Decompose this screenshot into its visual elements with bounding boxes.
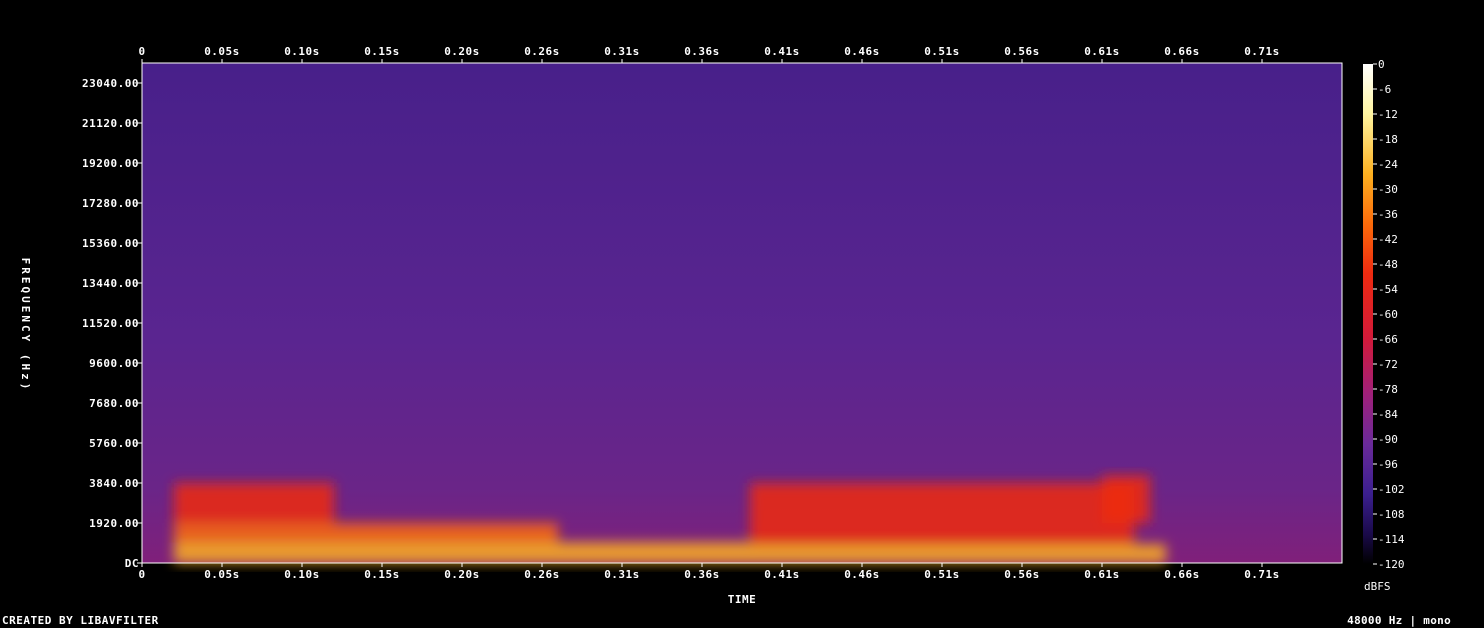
x-tick-label-top: 0.36s <box>684 45 720 58</box>
x-ticks-top: 0 0.05s 0.10s 0.15s 0.20s 0.26s 0.31s 0.36s 0.41… <box>138 45 1279 63</box>
colorbar-tick-label: -18 <box>1378 133 1398 146</box>
x-tick-label-top: 0.41s <box>764 45 800 58</box>
footer-credit: CREATED BY LIBAVFILTER <box>2 614 159 627</box>
colorbar-tick-label: -84 <box>1378 408 1398 421</box>
x-tick-label-bottom: 0.51s <box>924 568 960 581</box>
colorbar-tick-label: -12 <box>1378 108 1398 121</box>
colorbar-tick-label: -48 <box>1378 258 1398 271</box>
colorbar-tick-label: -72 <box>1378 358 1398 371</box>
x-tick-label-bottom: 0.66s <box>1164 568 1200 581</box>
x-tick-label-bottom: 0.41s <box>764 568 800 581</box>
y-tick-label: 23040.00 <box>82 77 139 90</box>
x-tick-label-top: 0.51s <box>924 45 960 58</box>
y-tick-label: 21120.00 <box>82 117 139 130</box>
colorbar-tick-label: -114 <box>1378 533 1405 546</box>
x-tick-label-top: 0.46s <box>844 45 880 58</box>
colorbar-tick-label: -108 <box>1378 508 1405 521</box>
x-tick-label-top: 0.61s <box>1084 45 1120 58</box>
y-tick-label: 19200.00 <box>82 157 139 170</box>
energy-region <box>750 544 1166 563</box>
colorbar-tick-label: -120 <box>1378 558 1405 571</box>
x-tick-label-top: 0.31s <box>604 45 640 58</box>
x-tick-label-bottom: 0.05s <box>204 568 240 581</box>
energy-region <box>1102 475 1150 523</box>
y-tick-label: 5760.00 <box>89 437 139 450</box>
y-tick-label: 11520.00 <box>82 317 139 330</box>
y-tick-label: 1920.00 <box>89 517 139 530</box>
colorbar-unit: dBFS <box>1364 580 1391 593</box>
energy-region <box>750 483 1134 545</box>
energy-region <box>174 542 750 563</box>
x-ticks-bottom: 0 0.05s 0.10s 0.15s 0.20s 0.26s 0.31s 0.36s 0.41… <box>138 563 1279 581</box>
x-tick-label-bottom: 0.36s <box>684 568 720 581</box>
y-tick-label: DC <box>125 557 139 570</box>
colorbar-tick-label: -60 <box>1378 308 1398 321</box>
y-tick-label: 15360.00 <box>82 237 139 250</box>
y-tick-label: 3840.00 <box>89 477 139 490</box>
x-tick-label-top: 0.20s <box>444 45 480 58</box>
x-tick-label-bottom: 0.20s <box>444 568 480 581</box>
colorbar-tick-label: -6 <box>1378 83 1391 96</box>
x-tick-label-bottom: 0.56s <box>1004 568 1040 581</box>
energy-region <box>174 483 334 523</box>
x-tick-label-bottom: 0.46s <box>844 568 880 581</box>
colorbar-tick-label: -54 <box>1378 283 1398 296</box>
y-tick-label: 13440.00 <box>82 277 139 290</box>
y-ticks: DC 1920.00 3840.00 5760.00 7680.00 9600.00 115… <box>82 77 142 570</box>
x-tick-label-bottom: 0.61s <box>1084 568 1120 581</box>
footer-info: 48000 Hz | mono <box>1347 614 1451 627</box>
x-tick-label-bottom: 0 <box>138 568 145 581</box>
colorbar-tick-label: -36 <box>1378 208 1398 221</box>
colorbar-tick-label: -66 <box>1378 333 1398 346</box>
x-tick-label-bottom: 0.26s <box>524 568 560 581</box>
x-tick-label-top: 0 <box>138 45 145 58</box>
colorbar-tick-label: -30 <box>1378 183 1398 196</box>
y-tick-label: 17280.00 <box>82 197 139 210</box>
colorbar-tick-label: -24 <box>1378 158 1398 171</box>
x-tick-label-bottom: 0.71s <box>1244 568 1280 581</box>
x-tick-label-top: 0.66s <box>1164 45 1200 58</box>
x-tick-label-top: 0.10s <box>284 45 320 58</box>
colorbar-tick-label: -102 <box>1378 483 1405 496</box>
x-tick-label-top: 0.05s <box>204 45 240 58</box>
energy-region <box>174 523 558 543</box>
x-tick-label-top: 0.71s <box>1244 45 1280 58</box>
colorbar-tick-label: 0 <box>1378 58 1385 71</box>
colorbar-ticks: 0 -6 -12 -18 -24 -30 -36 -42 -48 -54 -60 -66 -72 -78 -… <box>1373 58 1405 571</box>
colorbar-tick-label: -90 <box>1378 433 1398 446</box>
x-tick-label-top: 0.56s <box>1004 45 1040 58</box>
colorbar-tick-label: -96 <box>1378 458 1398 471</box>
x-tick-label-top: 0.26s <box>524 45 560 58</box>
y-tick-label: 9600.00 <box>89 357 139 370</box>
x-tick-label-bottom: 0.10s <box>284 568 320 581</box>
colorbar-tick-label: -42 <box>1378 233 1398 246</box>
colorbar <box>1363 64 1373 564</box>
x-tick-label-bottom: 0.31s <box>604 568 640 581</box>
spectrogram-chart: 0 0.05s 0.10s 0.15s 0.20s 0.26s 0.31s 0.36s 0.41… <box>19 45 1405 606</box>
x-tick-label-bottom: 0.15s <box>364 568 400 581</box>
y-axis-label: FREQUENCY (Hz) <box>19 258 32 393</box>
x-axis-label: TIME <box>728 593 757 606</box>
colorbar-tick-label: -78 <box>1378 383 1398 396</box>
y-tick-label: 7680.00 <box>89 397 139 410</box>
x-tick-label-top: 0.15s <box>364 45 400 58</box>
